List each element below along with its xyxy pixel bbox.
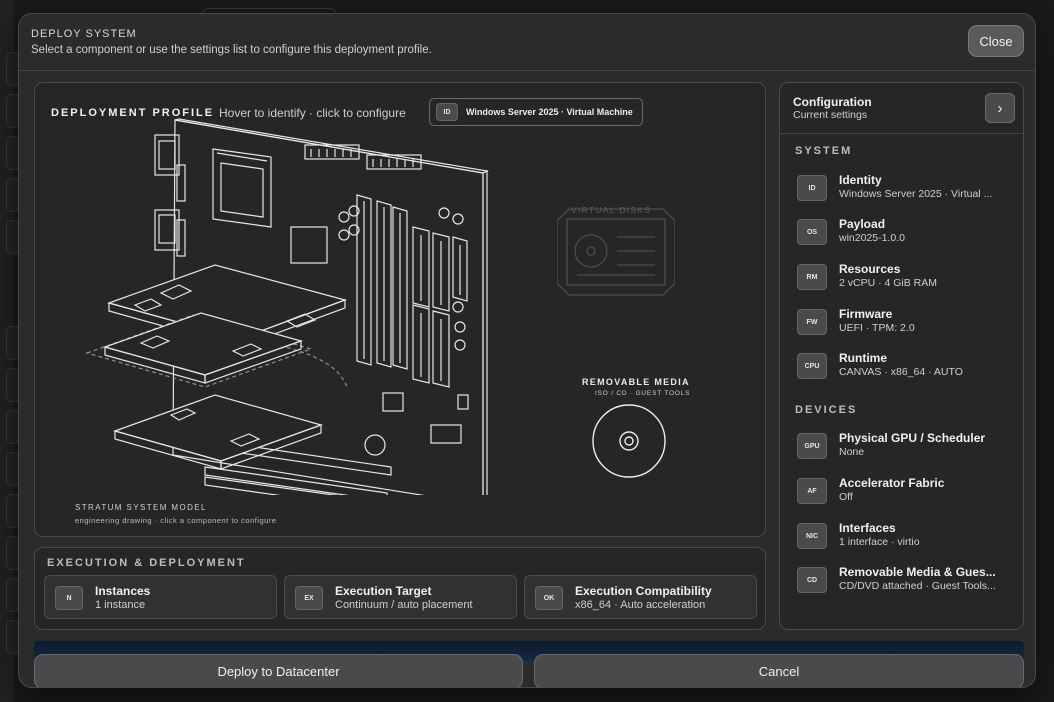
config-value: Off bbox=[839, 491, 853, 503]
virtual-disks-component[interactable] bbox=[557, 201, 675, 301]
execution-label: Instances bbox=[95, 584, 151, 598]
config-item-payload[interactable]: OS Payload win2025-1.0.0 bbox=[797, 215, 1015, 253]
config-tag: CD bbox=[797, 567, 827, 593]
execution-value: Continuum / auto placement bbox=[335, 599, 473, 611]
config-label: Resources bbox=[839, 262, 901, 276]
execution-label: Execution Compatibility bbox=[575, 584, 712, 598]
config-item-identity[interactable]: ID Identity Windows Server 2025 · Virtua… bbox=[797, 171, 1015, 209]
modal-header: DEPLOY SYSTEM Select a component or use … bbox=[19, 14, 1035, 71]
model-subtitle: engineering drawing · click a component … bbox=[75, 516, 277, 525]
chevron-right-icon: › bbox=[997, 99, 1003, 117]
deploy-system-modal: DEPLOY SYSTEM Select a component or use … bbox=[18, 13, 1036, 688]
config-value: Windows Server 2025 · Virtual ... bbox=[839, 188, 993, 200]
config-value: UEFI · TPM: 2.0 bbox=[839, 322, 915, 334]
config-item-removable-media[interactable]: CD Removable Media & Gues... CD/DVD atta… bbox=[797, 563, 1015, 601]
execution-title: EXECUTION & DEPLOYMENT bbox=[47, 557, 246, 569]
model-title: STRATUM SYSTEM MODEL bbox=[75, 503, 207, 512]
configuration-title: Configuration bbox=[793, 95, 872, 109]
config-label: Accelerator Fabric bbox=[839, 476, 945, 490]
config-value: CD/DVD attached · Guest Tools... bbox=[839, 580, 996, 592]
config-item-accelerator-fabric[interactable]: AF Accelerator Fabric Off bbox=[797, 474, 1015, 512]
execution-label: Execution Target bbox=[335, 584, 432, 598]
execution-value: x86_64 · Auto acceleration bbox=[575, 599, 706, 611]
config-tag: NIC bbox=[797, 523, 827, 549]
configuration-subtitle: Current settings bbox=[793, 109, 868, 121]
execution-tag: OK bbox=[535, 586, 563, 610]
config-value: 1 interface · virtio bbox=[839, 536, 920, 548]
config-label: Firmware bbox=[839, 307, 893, 321]
config-tag: ID bbox=[797, 175, 827, 201]
close-button[interactable]: Close bbox=[968, 25, 1024, 57]
config-item-resources[interactable]: RM Resources 2 vCPU · 4 GiB RAM bbox=[797, 260, 1015, 298]
removable-media-subtitle: ISO / CD · GUEST TOOLS bbox=[595, 390, 691, 397]
config-item-firmware[interactable]: FW Firmware UEFI · TPM: 2.0 bbox=[797, 305, 1015, 343]
configuration-next-button[interactable]: › bbox=[985, 93, 1015, 123]
config-tag: OS bbox=[797, 219, 827, 245]
config-label: Physical GPU / Scheduler bbox=[839, 431, 986, 445]
modal-title: DEPLOY SYSTEM bbox=[31, 28, 137, 40]
virtual-disks-label: VIRTUAL DISKS bbox=[571, 205, 652, 215]
config-label: Payload bbox=[839, 217, 886, 231]
config-label: Interfaces bbox=[839, 521, 896, 535]
config-tag: FW bbox=[797, 309, 827, 335]
modal-subtitle: Select a component or use the settings l… bbox=[31, 44, 432, 56]
devices-section-label: DEVICES bbox=[795, 404, 858, 416]
disc-icon[interactable] bbox=[591, 403, 667, 479]
deploy-button[interactable]: Deploy to Datacenter bbox=[34, 654, 523, 687]
motherboard-drawing[interactable] bbox=[75, 115, 495, 495]
cancel-button[interactable]: Cancel bbox=[534, 654, 1024, 687]
removable-media-title: REMOVABLE MEDIA bbox=[582, 377, 690, 387]
config-label: Runtime bbox=[839, 351, 887, 365]
config-tag: AF bbox=[797, 478, 827, 504]
config-value: 2 vCPU · 4 GiB RAM bbox=[839, 277, 938, 289]
config-value: CANVAS · x86_64 · AUTO bbox=[839, 366, 963, 378]
config-tag: GPU bbox=[797, 433, 827, 459]
execution-compatibility-card[interactable]: OK Execution Compatibility x86_64 · Auto… bbox=[524, 575, 757, 619]
config-tag: RM bbox=[797, 264, 827, 290]
execution-tag: EX bbox=[295, 586, 323, 610]
configuration-header: Configuration Current settings › bbox=[780, 83, 1023, 134]
execution-target-card[interactable]: EX Execution Target Continuum / auto pla… bbox=[284, 575, 517, 619]
config-tag: CPU bbox=[797, 353, 827, 379]
execution-instances-card[interactable]: N Instances 1 instance bbox=[44, 575, 277, 619]
config-label: Identity bbox=[839, 173, 882, 187]
system-section-label: SYSTEM bbox=[795, 145, 853, 157]
config-item-gpu[interactable]: GPU Physical GPU / Scheduler None bbox=[797, 429, 1015, 467]
configuration-panel: Configuration Current settings › SYSTEM … bbox=[779, 82, 1024, 630]
execution-panel: EXECUTION & DEPLOYMENT N Instances 1 ins… bbox=[34, 547, 766, 630]
config-value: None bbox=[839, 446, 865, 458]
config-item-runtime[interactable]: CPU Runtime CANVAS · x86_64 · AUTO bbox=[797, 349, 1015, 387]
execution-value: 1 instance bbox=[95, 599, 146, 611]
config-value: win2025-1.0.0 bbox=[839, 232, 905, 244]
deployment-profile-panel: DEPLOYMENT PROFILE Hover to identify · c… bbox=[34, 82, 766, 537]
execution-tag: N bbox=[55, 586, 83, 610]
config-label: Removable Media & Gues... bbox=[839, 565, 996, 579]
config-item-interfaces[interactable]: NIC Interfaces 1 interface · virtio bbox=[797, 519, 1015, 557]
